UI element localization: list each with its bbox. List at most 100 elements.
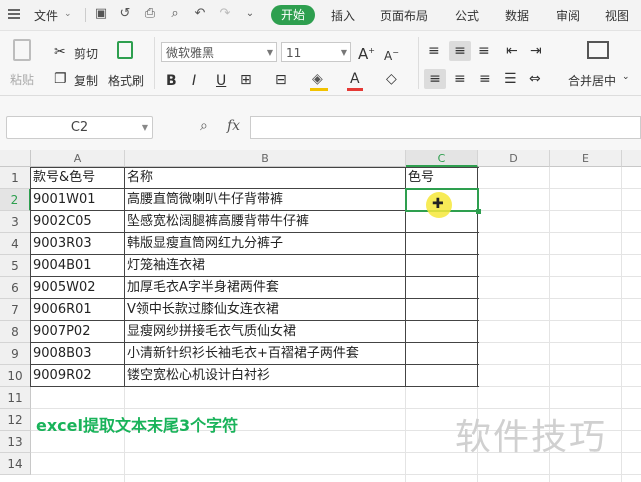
row-header[interactable]: 13 [0,431,31,453]
formula-input[interactable] [250,116,641,139]
underline-button[interactable]: U [216,73,226,89]
tab-view[interactable]: 视图 [605,7,629,24]
row-header[interactable]: 12 [0,409,31,431]
column-header-e[interactable]: E [550,150,622,167]
cell-product-name[interactable]: 镂空宽松心机设计白衬衫 [125,365,406,387]
format-icon[interactable]: ↺ [118,7,132,21]
row-header[interactable]: 11 [0,387,31,409]
tab-insert[interactable]: 插入 [331,7,355,24]
row-header[interactable]: 7 [0,299,31,321]
tab-page-layout[interactable]: 页面布局 [380,7,428,24]
merge-cells-icon[interactable]: ⊟ [275,72,287,88]
chevron-down-icon[interactable]: ⌄ [64,9,72,19]
column-header-d[interactable]: D [478,150,550,167]
tab-home[interactable]: 开始 [271,5,315,25]
cell-style-code[interactable]: 9006R01 [31,299,125,321]
cell-style-code[interactable]: 9004B01 [31,255,125,277]
save-icon[interactable]: ▣ [94,7,108,21]
cell-style-code[interactable]: 9001W01 [31,189,125,211]
font-color-button[interactable]: A [350,71,360,87]
increase-indent-icon[interactable]: ⇥ [530,43,542,59]
increase-font-icon[interactable]: A+ [358,43,375,62]
align-left-icon[interactable]: ≡ [424,69,446,89]
hamburger-icon[interactable] [8,9,20,19]
name-box[interactable]: C2 ▼ [6,116,153,139]
column-header-f[interactable] [622,150,641,167]
cell-product-name[interactable]: 小清新针织衫长袖毛衣+百褶裙子两件套 [125,343,406,365]
border-icon[interactable]: ⊞ [240,72,252,88]
cut-button[interactable]: 剪切 [74,45,98,62]
zoom-formula-icon[interactable]: ⌕ [200,118,208,134]
cell-b1[interactable]: 名称 [125,167,406,189]
align-center-icon[interactable]: ≡ [454,71,466,87]
justify-icon[interactable]: ☰ [504,71,517,87]
fill-handle[interactable] [476,209,481,214]
row-header[interactable]: 8 [0,321,31,343]
row-header[interactable]: 9 [0,343,31,365]
copy-icon[interactable]: ❐ [54,71,67,87]
scissors-icon[interactable]: ✂ [54,44,66,60]
font-color-bar [347,88,363,91]
cell-product-name[interactable]: 坠感宽松阔腿裤高腰背带牛仔裤 [125,211,406,233]
format-painter-button[interactable]: 格式刷 [106,37,146,91]
row-header[interactable]: 10 [0,365,31,387]
align-right-icon[interactable]: ≡ [479,71,491,87]
cell-product-name[interactable]: 显瘦网纱拼接毛衣气质仙女裙 [125,321,406,343]
cell-style-code[interactable]: 9009R02 [31,365,125,387]
row-header[interactable]: 4 [0,233,31,255]
cell-product-name[interactable]: 加厚毛衣A字半身裙两件套 [125,277,406,299]
column-header-a[interactable]: A [31,150,125,167]
row-header[interactable]: 1 [0,167,31,189]
align-middle-icon[interactable]: ≡ [449,41,471,61]
undo-icon[interactable]: ↶ [193,7,207,21]
merge-center-button[interactable]: 合并居中 ⌄ [565,37,635,91]
tab-data[interactable]: 数据 [505,7,529,24]
cell-a1[interactable]: 款号&色号 [31,167,125,189]
cell-style-code[interactable]: 9003R03 [31,233,125,255]
divider [418,37,419,89]
eraser-icon[interactable]: ◇ [386,71,397,87]
file-menu[interactable]: 文件 [34,7,58,24]
spreadsheet-grid[interactable]: A B C D E 1 2 3 4 5 6 7 8 9 10 11 12 13 14 款号&色号 名称 色… [0,150,641,482]
cell-style-code[interactable]: 9005W02 [31,277,125,299]
cell-style-code[interactable]: 9008B03 [31,343,125,365]
merge-center-label: 合并居中 [568,74,617,88]
copy-button[interactable]: 复制 [74,72,98,89]
cell-c1[interactable]: 色号 [406,167,478,189]
tab-review[interactable]: 审阅 [556,7,580,24]
font-name-select[interactable]: 微软雅黑 ▼ [161,42,277,62]
customize-chevron-icon[interactable]: ⌄ [243,7,257,21]
align-top-icon[interactable]: ≡ [428,43,440,59]
print-preview-icon[interactable]: ⌕ [168,7,182,21]
column-header-c[interactable]: C [406,150,478,167]
row-header[interactable]: 6 [0,277,31,299]
decrease-font-icon[interactable]: A− [384,45,399,64]
font-size-select[interactable]: 11 ▼ [281,42,351,62]
row-header[interactable]: 14 [0,453,31,475]
cell-product-name[interactable]: V领中长款过膝仙女连衣裙 [125,299,406,321]
row-header[interactable]: 3 [0,211,31,233]
cell-style-code[interactable]: 9007P02 [31,321,125,343]
fill-color-icon[interactable]: ◈ [312,71,323,87]
column-header-b[interactable]: B [125,150,406,167]
cell-style-code[interactable]: 9002C05 [31,211,125,233]
redo-icon[interactable]: ↷ [218,7,232,21]
divider [85,8,86,22]
cell-product-name[interactable]: 韩版显瘦直筒网红九分裤子 [125,233,406,255]
paste-button[interactable]: 粘贴 [8,37,36,91]
row-header[interactable]: 5 [0,255,31,277]
print-icon[interactable]: ⎙ [143,7,157,21]
distributed-icon[interactable]: ⇔ [529,71,541,87]
bold-button[interactable]: B [166,73,177,89]
cell-product-name[interactable]: 灯笼袖连衣裙 [125,255,406,277]
row-header[interactable]: 2 [0,189,31,211]
note-text[interactable]: excel提取文本末尾3个字符 [36,412,238,436]
tab-formulas[interactable]: 公式 [455,7,479,24]
fx-button[interactable]: fx [227,118,240,134]
chevron-down-icon: ▼ [141,123,148,132]
align-bottom-icon[interactable]: ≡ [478,43,490,59]
decrease-indent-icon[interactable]: ⇤ [506,43,518,59]
italic-button[interactable]: I [192,73,196,89]
cell-product-name[interactable]: 高腰直筒微喇叭牛仔背带裤 [125,189,406,211]
select-all-corner[interactable] [0,150,31,167]
